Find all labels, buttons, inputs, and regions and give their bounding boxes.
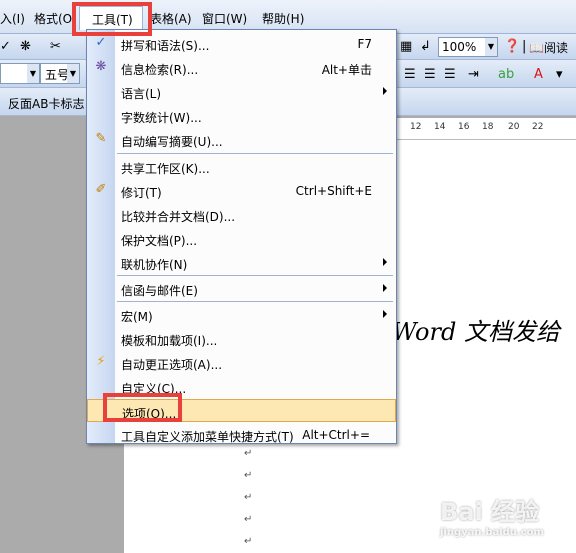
show-hide-icon[interactable]: ↲ xyxy=(420,39,431,54)
align-right-icon[interactable]: ☰ xyxy=(444,67,456,82)
cut-icon[interactable]: ✂ xyxy=(50,39,61,54)
spell-check-icon: ✓ xyxy=(95,35,107,50)
menu-format[interactable]: 格式(O) xyxy=(34,10,77,27)
highlight-icon[interactable]: ab xyxy=(498,67,514,82)
align-center-icon[interactable]: ☰ xyxy=(424,67,436,82)
chevron-right-icon xyxy=(383,310,387,318)
ruler-tick: 16 xyxy=(458,122,470,132)
menu-item-online-collaboration[interactable]: 联机协作(N) xyxy=(87,251,396,274)
chevron-down-icon[interactable]: ▼ xyxy=(485,38,497,56)
menu-item-letters-mailings[interactable]: 信函与邮件(E) xyxy=(87,277,396,300)
menu-help[interactable]: 帮助(H) xyxy=(262,10,304,27)
menu-window[interactable]: 窗口(W) xyxy=(202,10,247,27)
menu-item-research[interactable]: ❋ 信息检索(R)... Alt+单击 xyxy=(87,56,396,79)
read-label: 阅读 xyxy=(543,41,568,55)
paragraph-mark: ↵ xyxy=(244,492,253,503)
track-changes-icon: ✐ xyxy=(95,182,107,197)
menu-item-shared-workspace[interactable]: 共享工作区(K)... xyxy=(87,155,396,178)
ruler-tick: 20 xyxy=(508,122,520,132)
baidu-watermark: Bai 经验 jingyan.baidu.com xyxy=(440,492,544,538)
ruler-tick: 14 xyxy=(434,122,446,132)
chevron-right-icon xyxy=(383,258,387,266)
font-size-value: 五号 xyxy=(45,68,70,82)
zoom-combo[interactable]: 100% ▼ xyxy=(438,37,498,57)
read-button[interactable]: 📖阅读 xyxy=(529,39,568,56)
ruler-tick: 22 xyxy=(532,122,544,132)
help-icon[interactable]: ❓ xyxy=(504,39,520,54)
chevron-down-icon[interactable]: ▼ xyxy=(67,64,79,83)
research-icon: ❋ xyxy=(95,59,107,74)
annotation-box-tools xyxy=(72,2,152,36)
ruler-tick: 12 xyxy=(410,122,422,132)
chevron-down-icon[interactable]: ▼ xyxy=(27,64,39,83)
paragraph-mark: ↵ xyxy=(244,514,253,525)
table-icon[interactable]: ▦ xyxy=(400,39,412,54)
indent-icon[interactable]: ⇥ xyxy=(468,67,479,82)
menu-item-word-count[interactable]: 字数统计(W)... xyxy=(87,104,396,127)
read-icon: 📖 xyxy=(529,41,544,55)
menu-item-autocorrect[interactable]: ⚡ 自动更正选项(A)... xyxy=(87,351,396,374)
menu-item-protect-document[interactable]: 保护文档(P)... xyxy=(87,227,396,250)
menu-item-templates-addins[interactable]: 模板和加载项(I)... xyxy=(87,327,396,350)
style-combo[interactable]: ▼ xyxy=(0,63,40,84)
document-heading: Word 文档发给 xyxy=(392,318,560,346)
tools-menu: ✓ 拼写和语法(S)... F7 ❋ 信息检索(R)... Alt+单击 语言(… xyxy=(86,29,397,444)
menu-separator xyxy=(117,153,393,154)
paragraph-mark: ↵ xyxy=(244,448,253,459)
menu-item-autosummarize[interactable]: ✎ 自动编写摘要(U)... xyxy=(87,128,396,151)
annotation-box-options xyxy=(103,393,182,422)
zoom-value: 100% xyxy=(442,40,477,54)
menu-insert[interactable]: 入(I) xyxy=(0,10,25,27)
menu-item-custom-shortcut[interactable]: 工具自定义添加菜单快捷方式(T) Alt+Ctrl+= xyxy=(87,423,396,446)
menu-separator xyxy=(117,275,393,276)
font-size-combo[interactable]: 五号 ▼ xyxy=(40,63,80,84)
menu-separator xyxy=(117,301,393,302)
divider-icon: | xyxy=(522,39,527,54)
autocorrect-icon: ⚡ xyxy=(96,354,106,369)
align-left-icon[interactable]: ☰ xyxy=(404,67,416,82)
font-color-icon[interactable]: A xyxy=(534,67,543,82)
watermark-text: Bai 经验 xyxy=(440,498,540,526)
menu-item-macro[interactable]: 宏(M) xyxy=(87,303,396,326)
menu-item-compare-merge[interactable]: 比较并合并文档(D)... xyxy=(87,203,396,226)
custom-toolbar-button[interactable]: 反面AB卡标志 xyxy=(8,95,84,112)
research-icon[interactable]: ❋ xyxy=(20,39,31,54)
auto-summarize-icon: ✎ xyxy=(95,131,107,146)
menu-table[interactable]: 表格(A) xyxy=(150,10,192,27)
menu-item-track-changes[interactable]: ✐ 修订(T) Ctrl+Shift+E xyxy=(87,179,396,202)
paragraph-mark: ↵ xyxy=(244,536,253,547)
spell-check-icon[interactable]: ✓ xyxy=(0,39,11,54)
more-icon[interactable]: ▾ xyxy=(556,67,563,82)
menu-item-language[interactable]: 语言(L) xyxy=(87,80,396,103)
paragraph-mark: ↵ xyxy=(244,470,253,481)
ruler-tick: 18 xyxy=(482,122,494,132)
chevron-right-icon xyxy=(383,87,387,95)
watermark-url: jingyan.baidu.com xyxy=(440,527,544,538)
chevron-right-icon xyxy=(383,284,387,292)
